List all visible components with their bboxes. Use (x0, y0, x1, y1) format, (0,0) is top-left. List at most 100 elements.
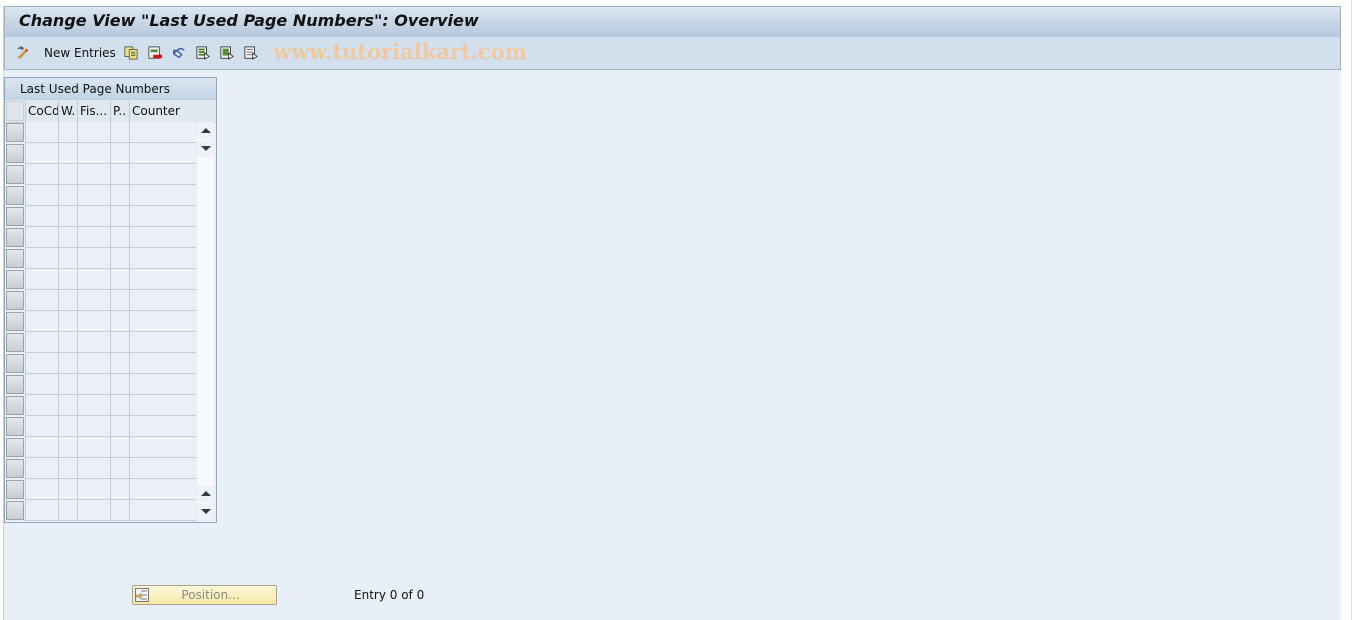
select-block-button[interactable] (220, 37, 234, 69)
table-cell[interactable] (58, 437, 77, 458)
table-cell[interactable] (110, 395, 129, 416)
row-selector[interactable] (6, 270, 24, 289)
table-cell[interactable] (110, 185, 129, 206)
table-cell[interactable] (25, 374, 58, 395)
table-cell[interactable] (58, 458, 77, 479)
table-cell[interactable] (110, 332, 129, 353)
table-cell[interactable] (25, 479, 58, 500)
table-cell[interactable] (77, 395, 110, 416)
table-cell[interactable] (77, 353, 110, 374)
table-cell[interactable] (25, 458, 58, 479)
table-cell[interactable] (110, 143, 129, 164)
table-cell[interactable] (58, 311, 77, 332)
table-cell[interactable] (77, 374, 110, 395)
table-cell[interactable] (58, 164, 77, 185)
table-cell[interactable] (129, 143, 196, 164)
new-entries-button[interactable]: New Entries (44, 37, 116, 69)
table-cell[interactable] (129, 185, 196, 206)
select-all-rows-button[interactable] (6, 101, 24, 121)
table-cell[interactable] (110, 227, 129, 248)
table-cell[interactable] (129, 269, 196, 290)
table-cell[interactable] (77, 416, 110, 437)
table-cell[interactable] (77, 458, 110, 479)
table-cell[interactable] (25, 437, 58, 458)
table-cell[interactable] (25, 206, 58, 227)
position-button[interactable]: Position... (132, 585, 277, 605)
table-cell[interactable] (77, 500, 110, 521)
column-header-counter[interactable]: Counter (129, 100, 196, 122)
table-cell[interactable] (58, 206, 77, 227)
table-cell[interactable] (77, 227, 110, 248)
row-selector[interactable] (6, 186, 24, 205)
row-selector[interactable] (6, 459, 24, 478)
row-selector[interactable] (6, 291, 24, 310)
table-cell[interactable] (110, 164, 129, 185)
table-cell[interactable] (129, 374, 196, 395)
table-cell[interactable] (110, 416, 129, 437)
undo-change-button[interactable] (172, 37, 186, 69)
copy-as-button[interactable] (124, 37, 138, 69)
table-cell[interactable] (129, 206, 196, 227)
table-cell[interactable] (58, 185, 77, 206)
table-cell[interactable] (77, 143, 110, 164)
table-cell[interactable] (110, 311, 129, 332)
table-cell[interactable] (25, 416, 58, 437)
row-selector[interactable] (6, 375, 24, 394)
table-cell[interactable] (58, 353, 77, 374)
table-cell[interactable] (58, 122, 77, 143)
table-cell[interactable] (129, 122, 196, 143)
table-cell[interactable] (77, 248, 110, 269)
table-cell[interactable] (129, 311, 196, 332)
table-cell[interactable] (58, 374, 77, 395)
row-selector[interactable] (6, 438, 24, 457)
table-cell[interactable] (110, 479, 129, 500)
table-cell[interactable] (129, 500, 196, 521)
table-cell[interactable] (77, 332, 110, 353)
table-cell[interactable] (110, 122, 129, 143)
table-cell[interactable] (25, 248, 58, 269)
column-header-p[interactable]: P.. (110, 100, 129, 122)
table-cell[interactable] (129, 416, 196, 437)
table-cell[interactable] (58, 395, 77, 416)
row-selector[interactable] (6, 249, 24, 268)
table-cell[interactable] (110, 374, 129, 395)
table-cell[interactable] (129, 458, 196, 479)
table-cell[interactable] (129, 248, 196, 269)
table-cell[interactable] (58, 479, 77, 500)
table-cell[interactable] (25, 227, 58, 248)
row-selector[interactable] (6, 417, 24, 436)
table-cell[interactable] (110, 353, 129, 374)
column-header-cocd[interactable]: CoCd (25, 100, 58, 122)
table-cell[interactable] (25, 290, 58, 311)
row-selector[interactable] (6, 228, 24, 247)
table-cell[interactable] (58, 143, 77, 164)
column-header-fiscal-year[interactable]: Fis... (77, 100, 110, 122)
scroll-up-button[interactable] (197, 140, 214, 157)
table-cell[interactable] (129, 479, 196, 500)
table-cell[interactable] (110, 269, 129, 290)
column-header-w[interactable]: W. (58, 100, 77, 122)
scroll-down-button[interactable] (197, 485, 214, 502)
table-cell[interactable] (25, 185, 58, 206)
display-change-button[interactable] (16, 37, 30, 69)
table-cell[interactable] (58, 227, 77, 248)
table-cell[interactable] (110, 206, 129, 227)
table-cell[interactable] (77, 185, 110, 206)
table-cell[interactable] (110, 248, 129, 269)
table-cell[interactable] (129, 332, 196, 353)
table-cell[interactable] (25, 332, 58, 353)
table-cell[interactable] (25, 311, 58, 332)
table-cell[interactable] (25, 500, 58, 521)
table-cell[interactable] (77, 269, 110, 290)
row-selector[interactable] (6, 165, 24, 184)
table-cell[interactable] (110, 500, 129, 521)
table-cell[interactable] (129, 164, 196, 185)
table-cell[interactable] (58, 269, 77, 290)
row-selector[interactable] (6, 333, 24, 352)
table-cell[interactable] (129, 395, 196, 416)
table-cell[interactable] (77, 164, 110, 185)
deselect-all-button[interactable] (244, 37, 258, 69)
vertical-scrollbar[interactable] (197, 122, 214, 520)
table-cell[interactable] (129, 353, 196, 374)
table-cell[interactable] (129, 227, 196, 248)
